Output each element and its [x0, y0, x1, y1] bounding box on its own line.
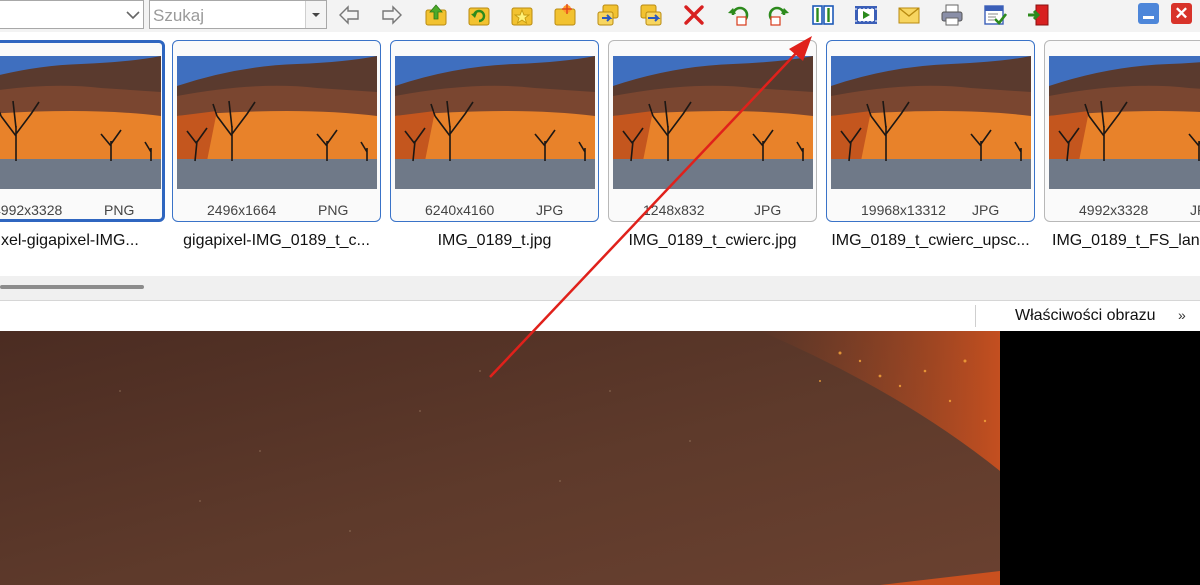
- thumbnail-image: [831, 56, 1031, 189]
- delete-icon[interactable]: [682, 3, 706, 27]
- thumbnail-image: [177, 56, 377, 189]
- email-icon[interactable]: [897, 3, 921, 27]
- thumbnail-image: [1049, 56, 1200, 189]
- favorites-icon[interactable]: [510, 3, 534, 27]
- thumbnail-image: [0, 56, 161, 189]
- copy-icon[interactable]: [596, 3, 620, 27]
- image-format: PNG: [318, 202, 349, 218]
- thumbnail-filename[interactable]: IMG_0189_t.jpg: [390, 232, 599, 250]
- search-dropdown-icon[interactable]: [305, 1, 326, 28]
- exit-icon[interactable]: [1026, 3, 1050, 27]
- rotate-right-icon[interactable]: [768, 3, 792, 27]
- thumbnail-strip[interactable]: 4992x3328 PNG gigapixel-gigapixel-IMG...…: [0, 32, 1200, 289]
- image-format: PNG: [104, 202, 135, 218]
- print-icon[interactable]: [940, 3, 964, 27]
- forward-icon[interactable]: [380, 3, 404, 27]
- image-format: JPG: [754, 202, 782, 218]
- image-dimensions: 19968x13312: [861, 202, 946, 218]
- image-dimensions: 6240x4160: [425, 202, 495, 218]
- image-dimensions: 4992x3328: [0, 202, 63, 218]
- image-dimensions: 4992x3328: [1079, 202, 1149, 218]
- thumbnail-image: [395, 56, 595, 189]
- new-folder-icon[interactable]: [553, 3, 577, 27]
- preview-background: [1000, 331, 1200, 585]
- thumbnail-card[interactable]: 4992x3328 JPG: [1044, 40, 1200, 222]
- minimize-button[interactable]: [1138, 3, 1159, 24]
- path-combo[interactable]: [0, 0, 144, 29]
- thumbnail-card[interactable]: 4992x3328 PNG: [0, 40, 165, 222]
- toolbar: Szukaj ✕: [0, 0, 1200, 32]
- image-format: JPG: [972, 202, 1000, 218]
- back-icon[interactable]: [337, 3, 361, 27]
- image-dimensions: 2496x1664: [207, 202, 277, 218]
- rotate-left-icon[interactable]: [725, 3, 749, 27]
- compare-icon[interactable]: [811, 3, 835, 27]
- thumbnail-filename[interactable]: gigapixel-gigapixel-IMG...: [0, 232, 153, 250]
- image-format: JPG: [1190, 202, 1200, 218]
- thumbnail-card[interactable]: 1248x832 JPG: [608, 40, 817, 222]
- image-preview[interactable]: [0, 331, 1000, 585]
- image-dimensions: 1248x832: [643, 202, 705, 218]
- expand-icon[interactable]: »: [1178, 307, 1186, 323]
- search-placeholder[interactable]: Szukaj: [153, 6, 204, 26]
- horizontal-scrollbar[interactable]: [0, 285, 144, 289]
- close-button[interactable]: ✕: [1171, 3, 1192, 24]
- divider: [975, 305, 976, 327]
- refresh-icon[interactable]: [467, 3, 491, 27]
- image-properties-label[interactable]: Właściwości obrazu: [1015, 307, 1155, 325]
- properties-bar: Właściwości obrazu »: [0, 300, 1200, 332]
- folder-up-icon[interactable]: [424, 3, 448, 27]
- image-format: JPG: [536, 202, 564, 218]
- search-input[interactable]: Szukaj: [149, 0, 327, 29]
- slideshow-icon[interactable]: [854, 3, 878, 27]
- thumbnail-filename[interactable]: IMG_0189_t_FS_landscape.jpg: [1044, 232, 1200, 250]
- batch-icon[interactable]: [983, 3, 1007, 27]
- thumbnail-image: [613, 56, 813, 189]
- thumbnail-card[interactable]: 19968x13312 JPG: [826, 40, 1035, 222]
- thumbnail-card[interactable]: 6240x4160 JPG: [390, 40, 599, 222]
- chevron-down-icon[interactable]: [123, 1, 143, 28]
- thumbnail-card[interactable]: 2496x1664 PNG: [172, 40, 381, 222]
- thumbnail-filename[interactable]: gigapixel-IMG_0189_t_c...: [172, 232, 381, 250]
- thumbnail-filename[interactable]: IMG_0189_t_cwierc.jpg: [608, 232, 817, 250]
- thumbnail-filename[interactable]: IMG_0189_t_cwierc_upsc...: [826, 232, 1035, 250]
- move-icon[interactable]: [639, 3, 663, 27]
